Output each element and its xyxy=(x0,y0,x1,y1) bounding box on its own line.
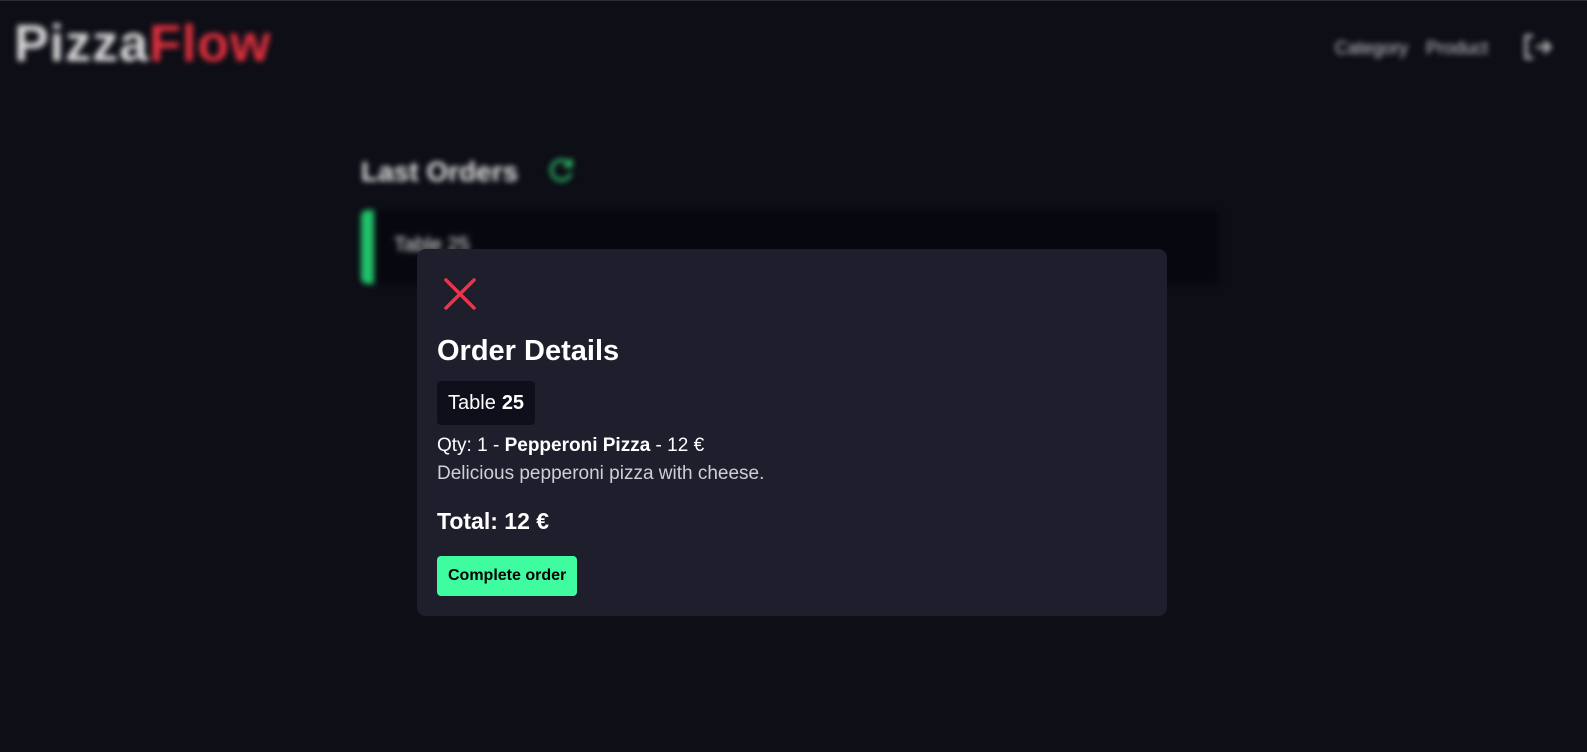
modal-title: Order Details xyxy=(437,335,620,367)
order-total: Total: 12 € xyxy=(437,508,550,534)
nav-category[interactable]: Category xyxy=(1335,38,1408,59)
item-qty: Qty: 1 - xyxy=(437,435,505,456)
table-label: Table xyxy=(448,391,496,414)
logo-text-part1: Pizza xyxy=(14,15,150,73)
logout-icon[interactable] xyxy=(1522,33,1554,61)
close-icon[interactable] xyxy=(442,276,478,312)
refresh-icon[interactable] xyxy=(548,156,576,184)
header-nav: Category Product xyxy=(1335,38,1488,59)
logo[interactable]: PizzaFlow xyxy=(14,18,271,70)
item-description: Delicious pepperoni pizza with cheese. xyxy=(437,463,765,484)
table-badge: Table 25 xyxy=(437,381,536,425)
order-details-modal: Order Details Table 25 Qty: 1 - Pepperoni… xyxy=(417,249,1167,616)
item-name: Pepperoni Pizza xyxy=(504,435,651,456)
logo-text-part2: Flow xyxy=(149,15,272,73)
nav-product[interactable]: Product xyxy=(1426,38,1488,59)
order-status-bar xyxy=(361,210,374,284)
table-number: 25 xyxy=(501,391,525,414)
complete-order-button[interactable]: Complete order xyxy=(437,556,578,596)
orders-title: Last Orders xyxy=(361,156,519,187)
item-price: - 12 € xyxy=(650,435,705,456)
page: PizzaFlow Category Product Last Orders T… xyxy=(0,0,1587,752)
order-item-line: Qty: 1 - Pepperoni Pizza - 12 € xyxy=(437,435,704,457)
